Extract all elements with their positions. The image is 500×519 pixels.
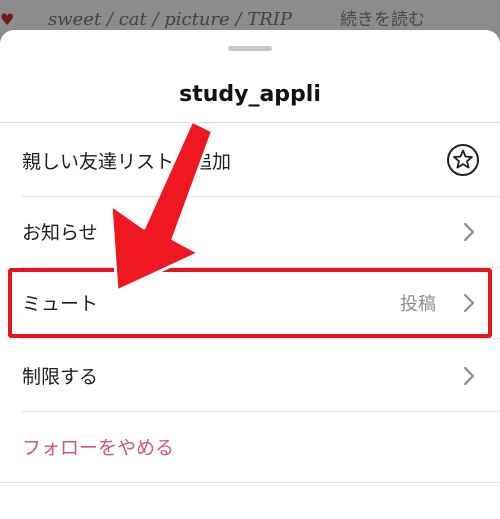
row-add-close-friends[interactable]: 親しい友達リストに追加 [0,125,500,197]
row-divider [0,482,500,483]
row-unfollow[interactable]: フォローをやめる [0,411,500,483]
row-notifications[interactable]: お知らせ [0,196,500,268]
chevron-right-icon [463,222,475,242]
sheet-grabber[interactable] [228,46,272,51]
row-divider [22,338,500,339]
row-label: 親しい友達リストに追加 [22,151,232,173]
heart-icon: ♥ [0,10,15,29]
sheet-title: study_appli [179,82,321,107]
mute-highlight-box [8,268,492,338]
row-label: お知らせ [22,222,98,244]
title-divider [0,122,500,123]
row-label: 制限する [22,366,99,388]
chevron-right-icon [463,366,475,386]
row-label: フォローをやめる [22,437,175,459]
row-restrict[interactable]: 制限する [0,340,500,412]
star-circle-icon[interactable] [446,143,480,177]
